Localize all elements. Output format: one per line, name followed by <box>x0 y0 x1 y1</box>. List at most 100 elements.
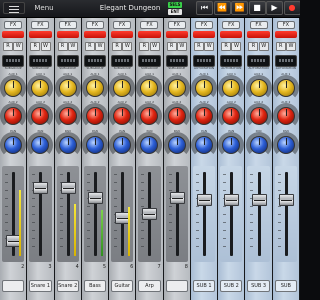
fx-button[interactable]: FX <box>195 21 214 29</box>
volume-fader[interactable] <box>169 192 185 205</box>
channel-name[interactable]: Snare 1 <box>29 280 52 292</box>
pan-knob[interactable] <box>167 136 186 154</box>
stop-icon[interactable]: ■ <box>248 1 266 15</box>
read-automation-button[interactable]: R <box>221 42 232 51</box>
volume-fader[interactable] <box>87 192 103 205</box>
read-automation-button[interactable]: R <box>193 42 204 51</box>
write-automation-button[interactable]: W <box>176 42 187 51</box>
mute-solo-bar[interactable] <box>2 31 25 38</box>
volume-fader[interactable] <box>224 193 240 206</box>
rewind-icon[interactable]: ⏪ <box>213 1 231 15</box>
read-automation-button[interactable]: R <box>166 42 177 51</box>
aux1-knob[interactable] <box>276 79 295 97</box>
mute-solo-bar[interactable] <box>29 31 52 38</box>
fx-button[interactable]: FX <box>167 21 186 29</box>
aux2-knob[interactable] <box>249 107 268 125</box>
write-automation-button[interactable]: W <box>149 42 160 51</box>
volume-fader[interactable] <box>197 193 213 206</box>
channel-name[interactable]: SUB <box>274 280 297 292</box>
fx-button[interactable]: FX <box>85 21 104 29</box>
play-icon[interactable]: ▶ <box>266 1 283 15</box>
mute-solo-bar[interactable] <box>165 31 188 38</box>
fx-button[interactable]: FX <box>31 21 50 29</box>
display-segments <box>251 59 266 62</box>
fx-button[interactable]: FX <box>249 21 268 29</box>
read-automation-button[interactable]: R <box>139 42 150 51</box>
mute-solo-bar[interactable] <box>220 31 243 38</box>
aux2-knob[interactable] <box>4 107 23 125</box>
mute-solo-bar[interactable] <box>274 31 297 38</box>
channel-name[interactable]: Guitar <box>111 280 134 292</box>
read-automation-button[interactable]: R <box>3 42 13 51</box>
read-automation-button[interactable]: R <box>112 42 123 51</box>
volume-fader[interactable] <box>142 208 158 220</box>
aux1-knob[interactable] <box>195 79 214 97</box>
fx-button[interactable]: FX <box>58 21 77 29</box>
pan-knob[interactable] <box>249 136 268 154</box>
aux1-knob[interactable] <box>4 79 23 97</box>
display-segments <box>6 59 21 62</box>
read-automation-button[interactable]: R <box>248 42 259 51</box>
read-automation-button[interactable]: R <box>84 42 95 51</box>
rewind-to-start-icon[interactable]: ⏮ <box>196 1 213 15</box>
write-automation-button[interactable]: W <box>13 42 24 51</box>
write-automation-button[interactable]: W <box>285 42 296 51</box>
aux1-knob[interactable] <box>167 79 186 97</box>
aux2-knob[interactable] <box>167 107 186 125</box>
channel-name[interactable]: Arp <box>138 280 161 292</box>
fx-button[interactable]: FX <box>276 21 295 29</box>
channel-name[interactable]: SUB 3 <box>247 280 270 292</box>
volume-fader[interactable] <box>278 193 294 206</box>
write-automation-button[interactable]: W <box>122 42 133 51</box>
fx-button[interactable]: FX <box>4 21 23 29</box>
fx-button[interactable]: FX <box>140 21 159 29</box>
aux1-knob[interactable] <box>249 79 268 97</box>
fast-forward-icon[interactable]: ⏩ <box>231 1 248 15</box>
fader-slot <box>257 172 261 256</box>
mute-solo-bar[interactable] <box>56 31 79 38</box>
write-automation-button[interactable]: W <box>67 42 78 51</box>
write-automation-button[interactable]: W <box>40 42 51 51</box>
mute-solo-bar[interactable] <box>138 31 161 38</box>
channel-name[interactable]: SUB 2 <box>220 280 243 292</box>
channel-strip: FX R W AUTOMATION AUX 1 AUX 2 PAN SUB 2 <box>218 18 246 300</box>
pan-knob[interactable] <box>58 136 77 154</box>
write-automation-button[interactable]: W <box>95 42 106 51</box>
channel-name[interactable]: Bass <box>83 280 107 292</box>
aux2-knob[interactable] <box>195 107 214 125</box>
channel-name[interactable] <box>2 280 25 292</box>
aux2-knob[interactable] <box>58 107 77 125</box>
read-automation-button[interactable]: R <box>57 42 68 51</box>
channel-name[interactable]: Snare 2 <box>56 280 79 292</box>
pan-knob[interactable] <box>195 136 214 154</box>
pan-knob[interactable] <box>85 136 104 154</box>
record-icon[interactable]: ● <box>283 1 300 15</box>
fader-slot <box>175 172 179 256</box>
volume-fader[interactable] <box>251 193 267 206</box>
menu-button[interactable]: Menu <box>32 2 56 14</box>
mute-solo-bar[interactable] <box>83 31 107 38</box>
channel-name[interactable] <box>165 280 188 292</box>
aux1-knob[interactable] <box>85 79 104 97</box>
aux1-knob[interactable] <box>58 79 77 97</box>
fx-button[interactable]: FX <box>222 21 241 29</box>
read-automation-button[interactable]: R <box>275 42 286 51</box>
volume-fader[interactable] <box>33 182 49 195</box>
read-automation-button[interactable]: R <box>30 42 41 51</box>
write-automation-button[interactable]: W <box>258 42 269 51</box>
write-automation-button[interactable]: W <box>204 42 215 51</box>
aux2-knob[interactable] <box>276 107 295 125</box>
aux2-knob[interactable] <box>85 107 104 125</box>
menu-icon[interactable] <box>3 2 25 14</box>
mute-solo-bar[interactable] <box>247 31 270 38</box>
pan-knob[interactable] <box>4 136 23 154</box>
display-segments <box>224 59 239 62</box>
pan-knob[interactable] <box>276 136 295 154</box>
fader-scale <box>250 174 254 254</box>
volume-fader[interactable] <box>60 182 76 195</box>
write-automation-button[interactable]: W <box>231 42 242 51</box>
mute-solo-bar[interactable] <box>192 31 216 38</box>
mute-solo-bar[interactable] <box>111 31 134 38</box>
fx-button[interactable]: FX <box>113 21 132 29</box>
channel-name[interactable]: SUB 1 <box>192 280 216 292</box>
